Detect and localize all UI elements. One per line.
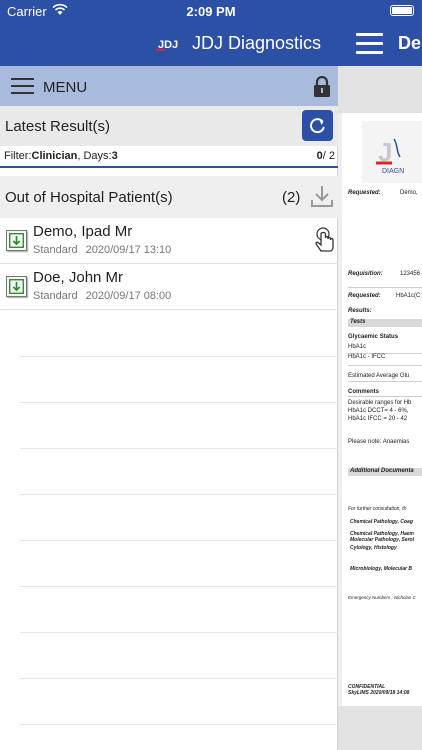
group-count: (2) — [282, 189, 301, 206]
result-document-icon — [6, 276, 27, 297]
jdj-diagnostics-logo: J DIAGN — [362, 121, 422, 183]
jdj-logo-icon: JDJ — [156, 39, 178, 51]
preview-comment: HbA1c DCCT= 4 - 6%, — [348, 408, 409, 414]
list-divider — [20, 678, 338, 679]
list-divider — [20, 724, 338, 725]
patient-name: Demo, Ipad Mr — [33, 223, 133, 240]
preview-hba1c-ifcc: HbA1c - IFCC — [348, 354, 386, 360]
latest-results-label: Latest Result(s) — [5, 118, 111, 135]
preview-additional-label: Additional Documenta — [350, 468, 414, 474]
patient-details: Standard 2020/09/17 08:00 — [33, 290, 179, 302]
list-divider — [20, 632, 338, 633]
status-bar: Carrier 2:09 PM — [0, 0, 422, 22]
result-document-icon — [6, 230, 27, 251]
preview-requisition-value: 123456 — [400, 271, 421, 277]
list-divider — [20, 586, 338, 587]
preview-dept: Chemical Pathology, Coag — [350, 519, 413, 525]
preview-hba1c: HbA1c — [348, 344, 367, 350]
list-divider — [20, 402, 338, 403]
list-divider — [20, 540, 338, 541]
clock: 2:09 PM — [186, 4, 236, 19]
preview-dept: Cytology, Histology — [350, 545, 397, 551]
lock-icon[interactable] — [313, 76, 331, 98]
result-datetime: 2020/09/17 08:00 — [85, 290, 172, 302]
list-divider — [20, 356, 338, 357]
preview-requested2-value: HbA1c(C — [396, 293, 421, 299]
list-divider — [20, 448, 338, 449]
group-label: Out of Hospital Patient(s) — [5, 189, 173, 206]
preview-glycaemic-label: Glycaemic Status — [348, 334, 399, 340]
preview-comment: Desirable ranges for Hb — [348, 400, 412, 406]
filter-role: Clinician — [31, 150, 78, 162]
list-divider — [20, 494, 338, 495]
results-list-panel: MENU Latest Result(s) Filter:Clinician, … — [0, 66, 338, 750]
preview-consult: For further consultation, th — [348, 506, 407, 512]
result-count: 0/ 2 — [316, 150, 335, 162]
preview-tests-label: Tests — [350, 319, 366, 325]
preview-skylims: SkyLIMS 2020/09/18 14:08 — [348, 690, 410, 696]
preview-emergency: Emergency Numbers : Nicholas C — [348, 595, 416, 600]
report-page[interactable]: J DIAGN Requested: Demo, Requisition: 12… — [342, 113, 422, 706]
preview-requested2-label: Requested: — [348, 293, 381, 299]
preview-estimated: Estimated Average Glu — [348, 373, 410, 379]
refresh-icon — [309, 118, 325, 134]
patient-details: Standard 2020/09/17 13:10 — [33, 244, 179, 256]
priority-label: Standard — [33, 290, 78, 302]
filter-bar: Filter:Clinician, Days:3 0/ 2 — [0, 146, 338, 168]
filter-text: Filter:Clinician, Days:3 — [4, 150, 118, 162]
nav-bar: JDJ JDJ Diagnostics De — [0, 22, 422, 66]
preview-dept: Microbiology, Molecular B — [350, 566, 413, 572]
preview-rule — [348, 396, 422, 397]
patient-row[interactable]: Demo, Ipad Mr Standard 2020/09/17 13:10 — [0, 218, 338, 264]
app-title: JDJ Diagnostics — [192, 33, 322, 53]
preview-comment: HbA1c IFCC = 20 - 42 — [348, 416, 408, 422]
hamburger-icon[interactable] — [356, 33, 383, 54]
refresh-button[interactable] — [302, 110, 333, 141]
svg-text:DIAGN: DIAGN — [382, 168, 404, 175]
menu-label[interactable]: MENU — [43, 79, 87, 96]
preview-requested-value: Demo, — [400, 190, 418, 196]
menu-icon[interactable] — [11, 78, 34, 95]
preview-requisition-label: Requisition: — [348, 271, 383, 277]
patient-group-header[interactable]: Out of Hospital Patient(s) (2) — [0, 176, 338, 218]
preview-comments-label: Comments — [348, 389, 380, 395]
preview-rule — [348, 365, 422, 366]
preview-dept: Molecular Pathology, Serol — [350, 537, 414, 543]
download-icon[interactable] — [310, 184, 334, 208]
preview-toolbar — [338, 66, 422, 113]
battery-icon — [390, 5, 414, 16]
report-preview-panel[interactable]: J DIAGN Requested: Demo, Requisition: 12… — [338, 66, 422, 750]
preview-rule — [348, 287, 422, 288]
result-datetime: 2020/09/17 13:10 — [85, 244, 172, 256]
touch-hand-icon — [315, 227, 334, 252]
patient-row[interactable]: Doe, John Mr Standard 2020/09/17 08:00 — [0, 264, 338, 310]
preview-rule — [348, 381, 422, 382]
filter-days: 3 — [111, 150, 118, 162]
latest-results-header: Latest Result(s) — [0, 106, 338, 146]
detail-title: De — [398, 33, 422, 53]
preview-requested-label: Requested: — [348, 190, 381, 196]
preview-results-label: Results: — [348, 308, 372, 314]
patient-name: Doe, John Mr — [33, 269, 124, 286]
preview-footer — [338, 706, 422, 750]
preview-comment: Please note: Anaemias — [348, 439, 410, 445]
menu-bar[interactable]: MENU — [0, 66, 338, 106]
priority-label: Standard — [33, 244, 78, 256]
